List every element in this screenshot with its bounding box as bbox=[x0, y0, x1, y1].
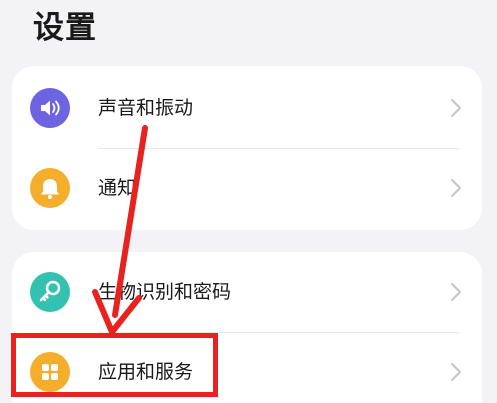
key-icon bbox=[30, 272, 70, 312]
settings-group-1: 声音和振动 通知 bbox=[12, 66, 482, 230]
bell-icon bbox=[30, 168, 70, 208]
speaker-icon bbox=[30, 88, 70, 128]
settings-screen: 设置 声音和振动 通知 生物识别和密码 应用和服务 bbox=[0, 0, 497, 403]
settings-item-sound-vibration[interactable]: 声音和振动 bbox=[12, 68, 482, 148]
chevron-right-icon bbox=[450, 98, 462, 118]
chevron-right-icon bbox=[450, 282, 462, 302]
settings-item-biometrics-password[interactable]: 生物识别和密码 bbox=[12, 252, 482, 332]
settings-item-label: 声音和振动 bbox=[98, 97, 194, 119]
settings-item-label: 生物识别和密码 bbox=[98, 281, 232, 303]
settings-item-notifications[interactable]: 通知 bbox=[12, 148, 482, 228]
page-title: 设置 bbox=[33, 10, 97, 46]
chevron-right-icon bbox=[450, 178, 462, 198]
highlight-box bbox=[11, 333, 218, 397]
settings-item-label: 通知 bbox=[98, 177, 137, 199]
chevron-right-icon bbox=[450, 362, 462, 382]
